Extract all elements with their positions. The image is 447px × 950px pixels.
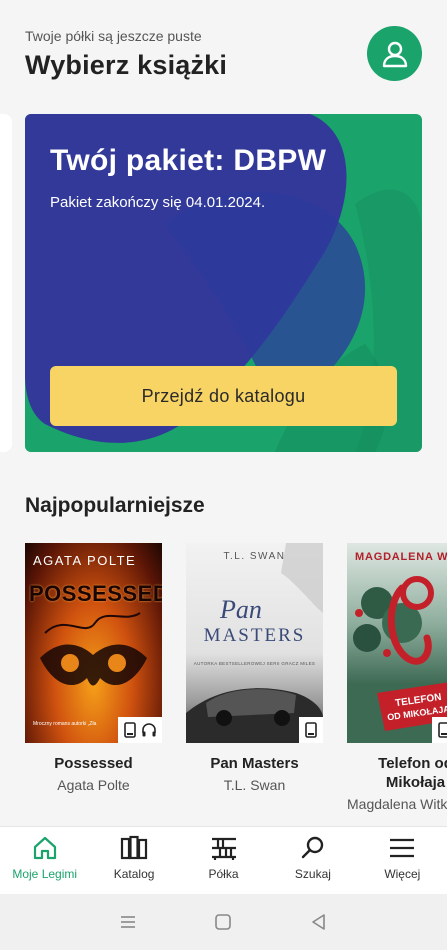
book-author: Magdalena Witkiewicz	[347, 796, 447, 812]
cover-author-text: AGATA POLTE	[33, 553, 137, 568]
profile-button[interactable]	[367, 26, 422, 81]
cover-title-text: MASTERS	[203, 625, 306, 646]
nav-item-szukaj[interactable]: Szukaj	[268, 827, 357, 894]
nav-label: Katalog	[113, 867, 155, 881]
cover-author-text: T.L. SWAN	[223, 551, 286, 562]
book-author: T.L. Swan	[223, 777, 286, 793]
popular-books-carousel[interactable]: AGATA POLTE POSSESSED Mroczny romans aut…	[0, 543, 447, 813]
shelf-icon	[211, 837, 236, 860]
format-badge	[432, 717, 447, 743]
system-navigation-bar	[0, 894, 447, 950]
book-title: Telefon od Mikołaja	[378, 755, 447, 791]
audiobook-icon	[142, 723, 156, 737]
package-title: Twój pakiet: DBPW	[50, 144, 327, 177]
catalog-icon	[121, 835, 148, 860]
back-icon[interactable]	[310, 913, 328, 931]
ebook-icon	[305, 722, 317, 738]
home-icon	[33, 836, 56, 860]
package-expiry-text: Pakiet zakończy się 04.01.2024.	[50, 194, 266, 211]
cover-title-text: POSSESSED	[29, 581, 162, 606]
format-badge	[299, 717, 323, 743]
book-card[interactable]: AGATA POLTE POSSESSED Mroczny romans aut…	[25, 543, 162, 794]
nav-label: Półka	[208, 867, 239, 881]
ebook-icon	[124, 722, 136, 738]
cover-author-text: MAGDALENA WITKIEWICZ	[355, 551, 447, 563]
section-title-popular: Najpopularniejsze	[25, 494, 205, 517]
nav-label: Moje Legimi	[12, 867, 78, 881]
nav-item-polka[interactable]: Półka	[179, 827, 268, 894]
book-title: Pan Masters	[210, 755, 299, 772]
home-square-icon[interactable]	[214, 913, 232, 931]
go-to-catalog-button[interactable]: Przejdź do katalogu	[50, 366, 397, 426]
nav-label: Więcej	[384, 867, 421, 881]
user-icon	[382, 41, 407, 67]
book-card[interactable]: T.L. SWAN Pan MASTERS AUTORKA BESTSELLER…	[186, 543, 323, 794]
book-cover[interactable]: MAGDALENA WITKIEWICZ TELEFON OD MIKOŁAJA	[347, 543, 447, 743]
book-cover[interactable]: AGATA POLTE POSSESSED Mroczny romans aut…	[25, 543, 162, 743]
nav-item-moje-legimi[interactable]: Moje Legimi	[0, 827, 89, 894]
cover-art	[40, 612, 147, 686]
package-card: Twój pakiet: DBPW Pakiet zakończy się 04…	[25, 114, 422, 452]
recent-apps-icon[interactable]	[119, 913, 137, 931]
format-badge	[118, 717, 162, 743]
book-author: Agata Polte	[57, 777, 130, 793]
nav-label: Szukaj	[294, 867, 331, 881]
book-card[interactable]: MAGDALENA WITKIEWICZ TELEFON OD MIKOŁAJA…	[347, 543, 447, 813]
cover-title-script: Pan	[220, 595, 262, 624]
menu-icon	[390, 838, 415, 858]
nav-item-katalog[interactable]: Katalog	[89, 827, 178, 894]
book-cover[interactable]: T.L. SWAN Pan MASTERS AUTORKA BESTSELLER…	[186, 543, 323, 743]
cover-tagline-text: Mroczny romans autorki „Zła	[33, 721, 97, 727]
nav-item-wiecej[interactable]: Więcej	[358, 827, 447, 894]
search-icon	[301, 836, 324, 859]
previous-card-peek[interactable]	[0, 114, 12, 452]
bottom-navigation: Moje Legimi Katalog Półka Szukaj Więcej	[0, 826, 447, 894]
cover-tagline-text: AUTORKA BESTSELLEROWEJ SERII GRACZ MILES	[193, 661, 316, 666]
ebook-icon	[438, 722, 447, 738]
book-title: Possessed	[54, 755, 133, 772]
